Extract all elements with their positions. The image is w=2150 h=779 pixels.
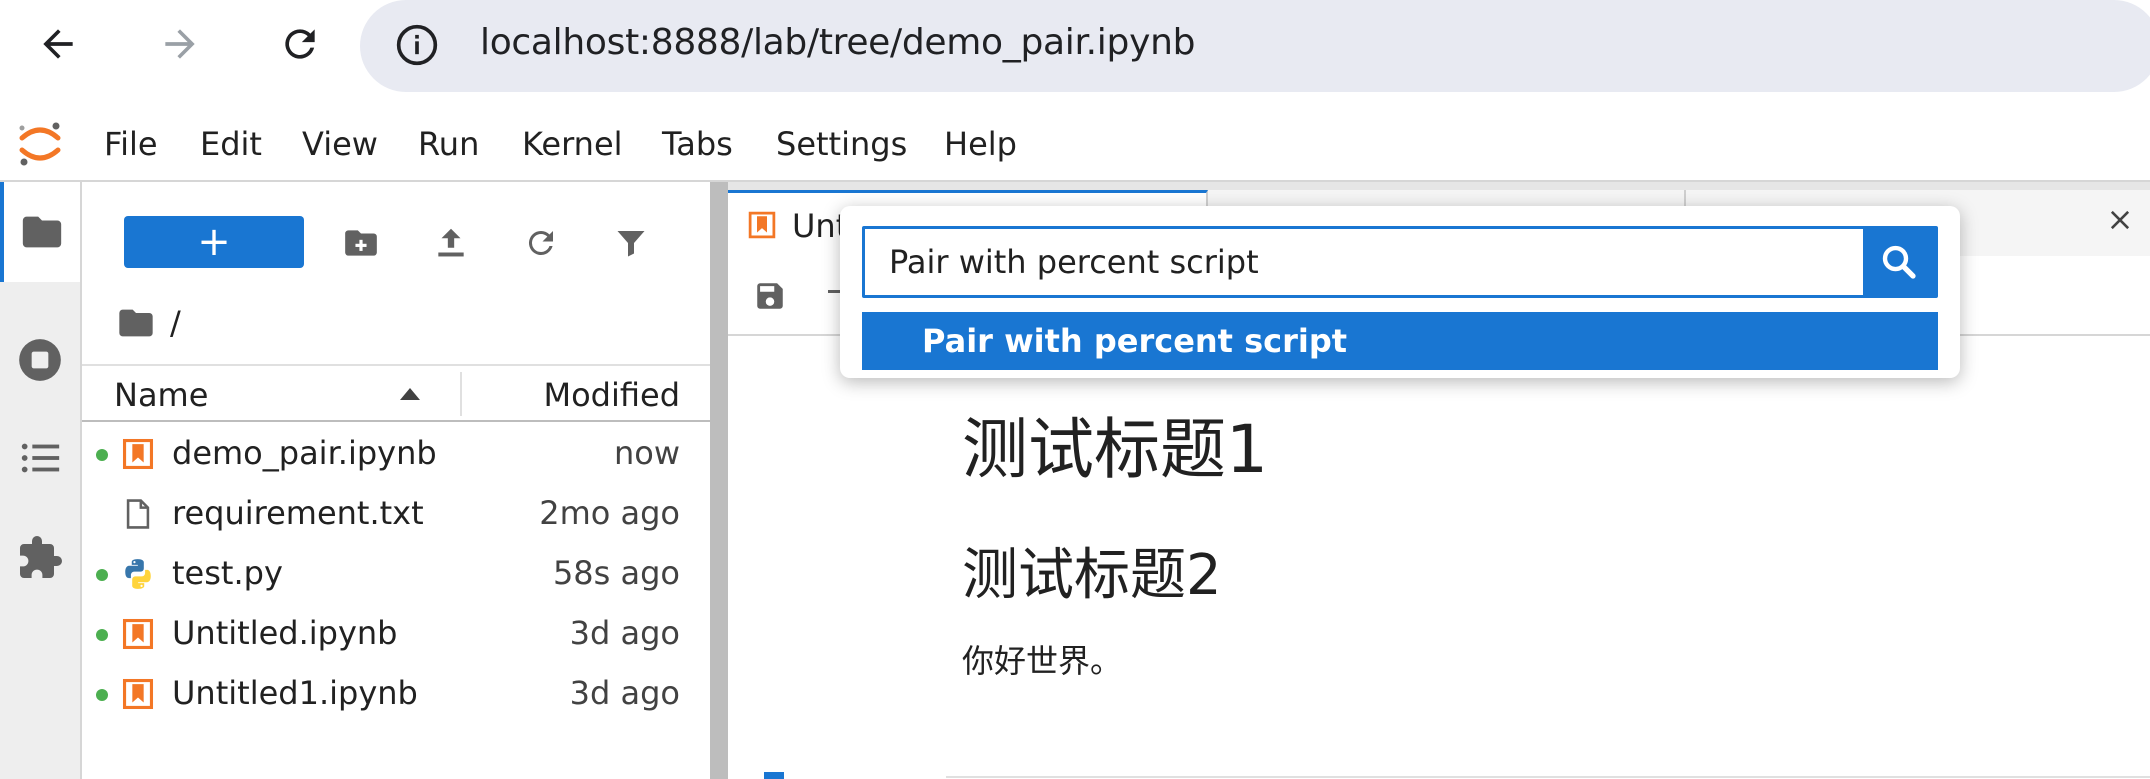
search-icon (1882, 245, 1916, 279)
palette-result-label: Pair with percent script (922, 322, 1348, 360)
file-browser-tab[interactable] (0, 182, 80, 282)
file-name: Untitled1.ipynb (172, 674, 418, 712)
markdown-paragraph: 你好世界。 (962, 642, 1123, 680)
forward-button[interactable] (148, 12, 212, 76)
python-icon (120, 556, 156, 592)
file-row-test-py[interactable]: test.py 58s ago (82, 544, 710, 604)
left-activity-bar (0, 182, 82, 779)
close-icon[interactable] (2102, 202, 2138, 238)
info-icon[interactable] (392, 20, 442, 70)
command-palette: Pair with percent script (840, 206, 1960, 378)
menu-run[interactable]: Run (418, 125, 479, 163)
file-name: demo_pair.ipynb (172, 434, 437, 472)
menu-bar: File Edit View Run Kernel Tabs Settings … (0, 108, 2150, 182)
palette-search-input[interactable] (871, 233, 1861, 291)
menu-edit[interactable]: Edit (200, 125, 262, 163)
menu-file[interactable]: File (104, 125, 158, 163)
panel-splitter[interactable] (710, 182, 728, 779)
new-folder-button[interactable] (336, 218, 386, 268)
file-modified: 58s ago (552, 554, 680, 592)
markdown-heading-2: 测试标题2 (962, 543, 1222, 608)
save-icon (757, 283, 783, 309)
running-sessions-tab[interactable] (0, 310, 80, 410)
url-text[interactable]: localhost:8888/lab/tree/demo_pair.ipynb (480, 22, 1195, 63)
new-launcher-button[interactable]: + (124, 216, 304, 268)
extensions-tab[interactable] (0, 508, 80, 608)
menu-kernel[interactable]: Kernel (522, 125, 623, 163)
notebook-icon (120, 676, 156, 712)
upload-button[interactable] (426, 218, 476, 268)
palette-search-box (862, 226, 1938, 298)
file-row-untitled1[interactable]: Untitled1.ipynb 3d ago (82, 664, 710, 724)
folder-icon[interactable] (116, 303, 156, 343)
menu-help[interactable]: Help (944, 125, 1017, 163)
back-button[interactable] (26, 12, 90, 76)
file-list-header: Name Modified (82, 364, 710, 422)
palette-search-button[interactable] (1863, 229, 1935, 295)
filter-button[interactable] (606, 218, 656, 268)
menu-settings[interactable]: Settings (776, 125, 907, 163)
text-file-icon (120, 496, 156, 532)
running-indicator (96, 449, 108, 461)
plus-icon: + (197, 219, 231, 265)
name-column-header[interactable]: Name (114, 376, 208, 414)
list-icon (21, 443, 60, 473)
running-indicator (96, 629, 108, 641)
file-row-demo-pair[interactable]: demo_pair.ipynb now (82, 424, 710, 484)
new-folder-icon (345, 230, 377, 256)
column-divider[interactable] (460, 372, 462, 416)
menu-view[interactable]: View (302, 125, 378, 163)
notebook-icon (120, 436, 156, 472)
file-name: test.py (172, 554, 283, 592)
file-name: Untitled.ipynb (172, 614, 398, 652)
jupyter-logo-icon (14, 118, 66, 170)
breadcrumb-root[interactable]: / (170, 304, 181, 342)
arrow-left-icon (43, 29, 73, 59)
sort-ascending-icon (400, 388, 420, 400)
table-of-contents-tab[interactable] (0, 408, 80, 508)
reload-icon (285, 29, 315, 59)
refresh-icon (528, 230, 553, 255)
arrow-right-icon (165, 29, 195, 59)
file-row-requirement[interactable]: requirement.txt 2mo ago (82, 484, 710, 544)
notebook-icon (746, 209, 778, 241)
running-indicator (96, 689, 108, 701)
browser-toolbar: localhost:8888/lab/tree/demo_pair.ipynb (0, 0, 2150, 92)
stop-circle-icon (19, 339, 61, 381)
reload-button[interactable] (268, 12, 332, 76)
menu-tabs[interactable]: Tabs (662, 125, 733, 163)
running-indicator (96, 569, 108, 581)
folder-icon (22, 216, 62, 248)
file-modified: 2mo ago (539, 494, 680, 532)
file-name: requirement.txt (172, 494, 424, 532)
file-modified: 3d ago (569, 614, 680, 652)
puzzle-icon (20, 536, 62, 578)
cell-border (946, 776, 2150, 778)
markdown-heading-1: 测试标题1 (962, 411, 1268, 488)
breadcrumb: / (116, 298, 181, 348)
file-list: demo_pair.ipynb now requirement.txt 2mo … (82, 424, 710, 724)
file-row-untitled[interactable]: Untitled.ipynb 3d ago (82, 604, 710, 664)
notebook-content: 测试标题1 测试标题2 你好世界。 (728, 336, 2150, 779)
file-modified: now (613, 434, 680, 472)
notebook-icon (120, 616, 156, 652)
address-bar[interactable]: localhost:8888/lab/tree/demo_pair.ipynb (360, 0, 2150, 92)
filter-icon (617, 231, 645, 257)
palette-result-item[interactable]: Pair with percent script (862, 312, 1938, 370)
active-cell-marker (764, 772, 784, 779)
upload-icon (438, 228, 464, 257)
modified-column-header[interactable]: Modified (543, 376, 680, 414)
file-modified: 3d ago (569, 674, 680, 712)
refresh-button[interactable] (516, 218, 566, 268)
file-browser-panel: + / Name Modified demo_pair.ipynb now re… (82, 182, 710, 779)
save-button[interactable] (750, 276, 790, 316)
